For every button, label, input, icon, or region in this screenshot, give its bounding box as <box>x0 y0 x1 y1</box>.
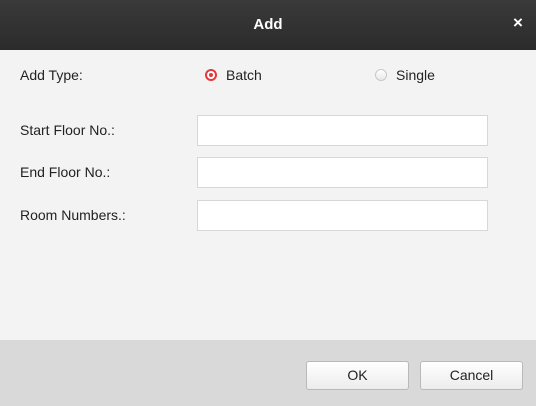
close-icon[interactable]: × <box>510 13 526 33</box>
radio-batch-label: Batch <box>226 67 262 83</box>
radio-batch[interactable]: Batch <box>205 67 262 83</box>
end-floor-label: End Floor No.: <box>20 164 111 180</box>
end-floor-input[interactable] <box>197 157 488 188</box>
radio-checked-icon[interactable] <box>205 69 217 81</box>
start-floor-label: Start Floor No.: <box>20 122 115 138</box>
add-type-label: Add Type: <box>20 67 83 83</box>
radio-unchecked-icon[interactable] <box>375 69 387 81</box>
radio-single[interactable]: Single <box>375 67 435 83</box>
room-numbers-label: Room Numbers.: <box>20 207 126 223</box>
title-bar: Add × <box>0 0 536 50</box>
room-numbers-input[interactable] <box>197 200 488 231</box>
dialog-footer: OK Cancel <box>0 340 536 406</box>
start-floor-input[interactable] <box>197 115 488 146</box>
radio-single-label: Single <box>396 67 435 83</box>
dialog-body: Add Type: Batch Single Start Floor No.: … <box>0 50 536 340</box>
add-dialog: Add × Add Type: Batch Single Start Floor… <box>0 0 536 406</box>
dialog-title: Add <box>253 16 283 33</box>
cancel-button[interactable]: Cancel <box>420 361 523 390</box>
ok-button[interactable]: OK <box>306 361 409 390</box>
